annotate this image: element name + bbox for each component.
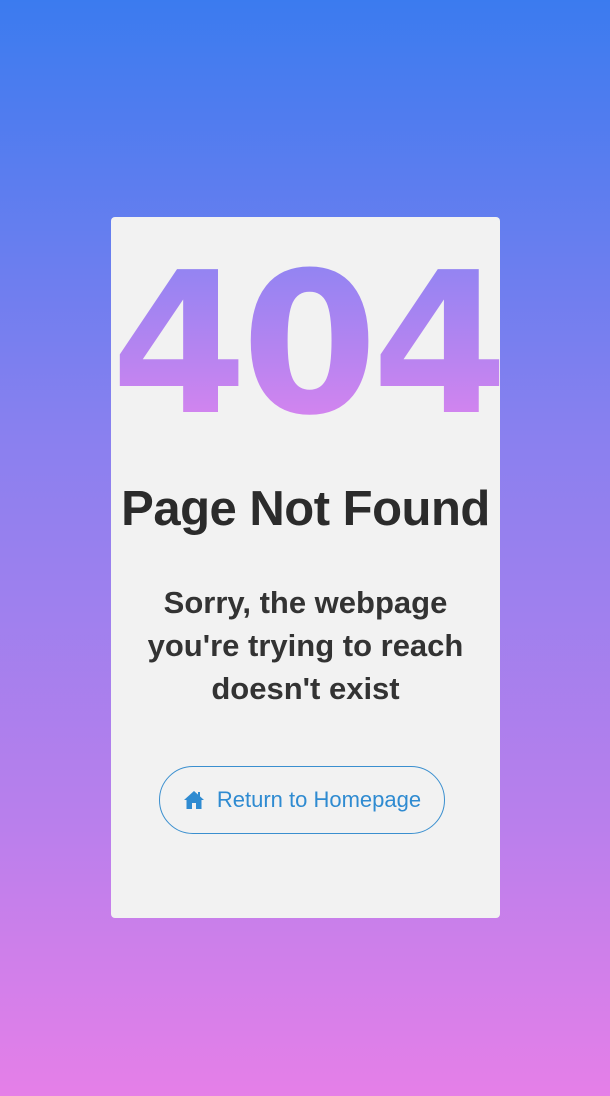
error-card: 404 Page Not Found Sorry, the webpage yo… (111, 217, 508, 918)
home-icon (183, 790, 205, 810)
return-home-label: Return to Homepage (216, 787, 422, 812)
error-code: 404 (111, 231, 508, 459)
error-message: Sorry, the webpage you're trying to reac… (147, 585, 464, 706)
return-home-button[interactable]: Return to Homepage (159, 766, 445, 834)
page-title: Page Not Found (121, 482, 490, 536)
